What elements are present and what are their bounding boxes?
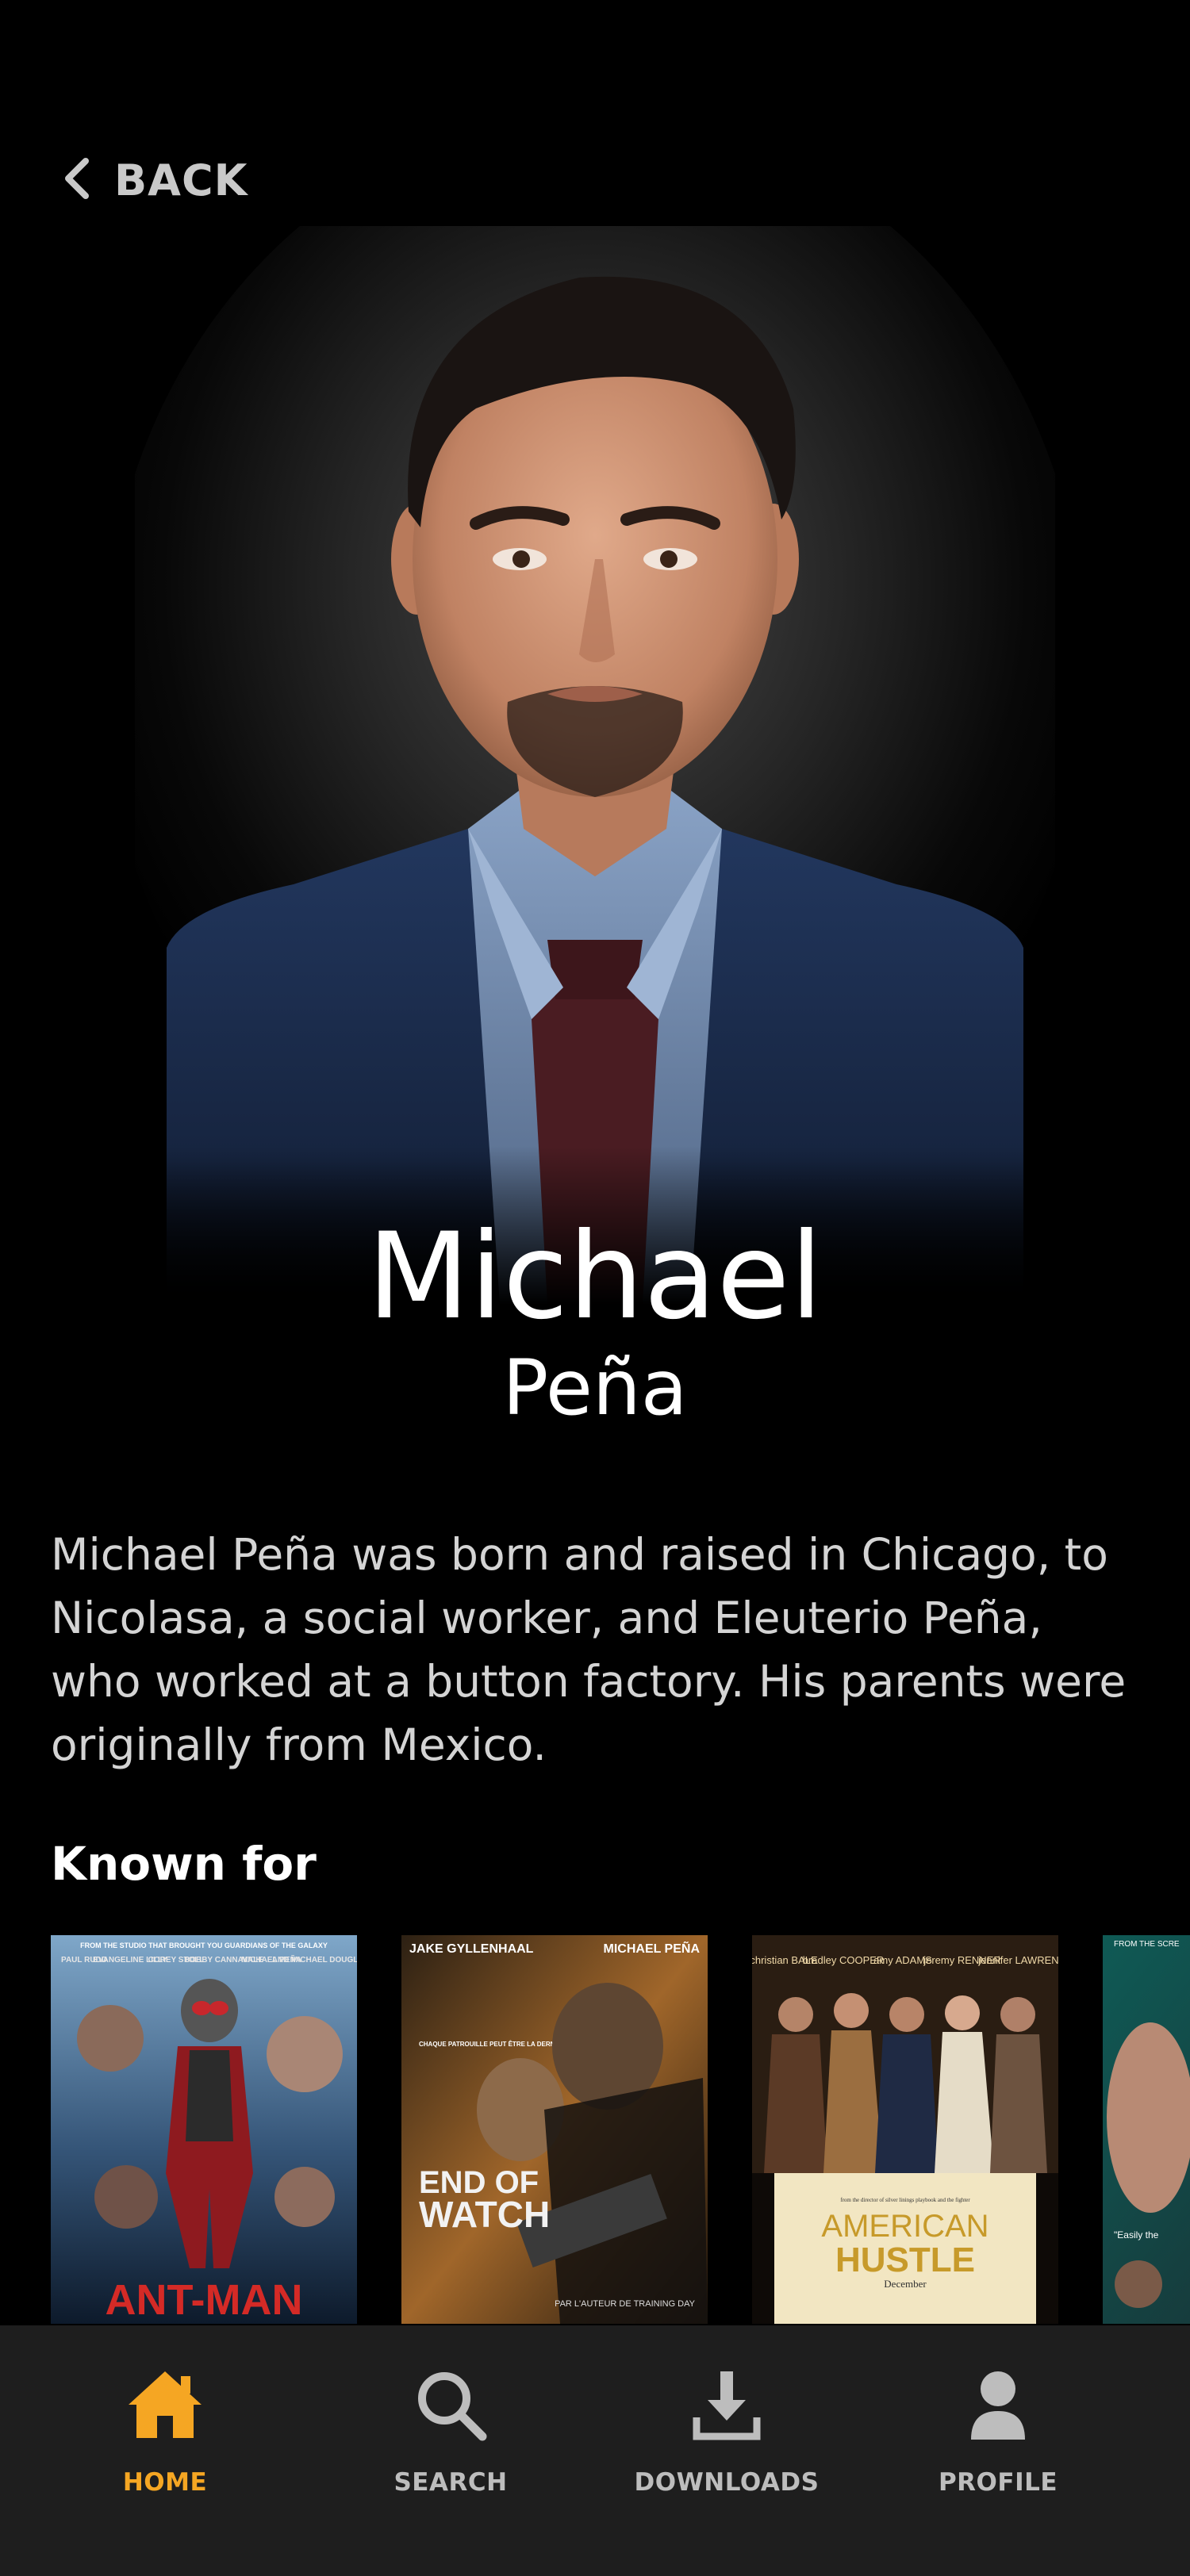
poster-end-of-watch-title-2: WATCH: [419, 2194, 550, 2235]
actor-last-name: Peña: [502, 1344, 688, 1432]
actor-bio: Michael Peña was born and raised in Chic…: [51, 1529, 1127, 1770]
home-icon: [38, 2365, 292, 2444]
poster-end-of-watch-tagline: CHAQUE PATROUILLE PEUT ÊTRE LA DERNIÈRE: [419, 2041, 570, 2048]
back-label: BACK: [114, 155, 248, 205]
poster-american-hustle[interactable]: christian BALE bradley COOPER amy ADAMS …: [752, 1935, 1058, 2324]
poster-end-of-watch-credit: PAR L'AUTEUR DE TRAINING DAY: [555, 2299, 696, 2309]
nav-profile-label: PROFILE: [938, 2468, 1058, 2497]
nav-search[interactable]: SEARCH: [324, 2365, 578, 2524]
chevron-left-icon: [59, 155, 95, 205]
poster-american-hustle-release: December: [884, 2278, 927, 2290]
known-for-heading: Known for: [51, 1837, 317, 1891]
poster-american-hustle-title-2: HUSTLE: [835, 2241, 975, 2279]
search-icon: [324, 2365, 578, 2444]
nav-profile[interactable]: PROFILE: [871, 2365, 1125, 2524]
nav-search-label: SEARCH: [393, 2468, 508, 2497]
poster-end-of-watch-cast-right: MICHAEL PEÑA: [604, 1940, 701, 1956]
nav-downloads[interactable]: DOWNLOADS: [600, 2365, 854, 2524]
actor-first-name: Michael: [367, 1208, 823, 1346]
bottom-nav: HOME SEARCH DOWNLOADS PROFILE: [0, 2325, 1190, 2576]
known-for-carousel[interactable]: FROM THE STUDIO THAT BROUGHT YOU GUARDIA…: [51, 1935, 1190, 2324]
poster-end-of-watch[interactable]: JAKE GYLLENHAAL MICHAEL PEÑA CHAQUE PATR…: [401, 1935, 708, 2324]
poster-american-hustle-cast-5: jennifer LAWRENCE: [977, 1954, 1058, 1966]
poster-american-hustle-director-credit: from the director of silver linings play…: [840, 2197, 970, 2203]
poster-american-hustle-title-1: AMERICAN: [821, 2209, 988, 2244]
nav-home-label: HOME: [122, 2468, 208, 2497]
poster-ant-man-top-text: FROM THE STUDIO THAT BROUGHT YOU GUARDIA…: [80, 1942, 328, 1949]
profile-icon: [871, 2365, 1125, 2444]
poster-ant-man[interactable]: FROM THE STUDIO THAT BROUGHT YOU GUARDIA…: [51, 1935, 357, 2324]
poster-ant-man-cast-6: AND MICHAEL DOUGLAS: [272, 1956, 357, 1965]
nav-downloads-label: DOWNLOADS: [634, 2468, 820, 2497]
actor-portrait: [135, 226, 1055, 1305]
nav-home[interactable]: HOME: [38, 2365, 292, 2524]
poster-partial-quote: "Easily the: [1114, 2229, 1159, 2241]
poster-ant-man-title: ANT-MAN: [106, 2276, 303, 2324]
poster-american-hustle-cast-2: bradley COOPER: [803, 1954, 885, 1966]
poster-partial-top-text: FROM THE SCRE: [1114, 1940, 1180, 1949]
back-button[interactable]: BACK: [59, 152, 248, 208]
poster-end-of-watch-cast-left: JAKE GYLLENHAAL: [409, 1942, 534, 1956]
poster-partial[interactable]: FROM THE SCRE "Easily the: [1103, 1935, 1190, 2324]
download-icon: [600, 2365, 854, 2444]
